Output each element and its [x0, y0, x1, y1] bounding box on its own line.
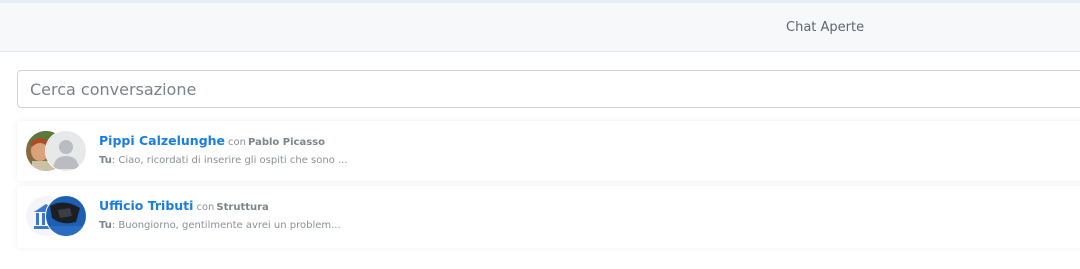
list-item[interactable]: Ufficio Tributi con Struttura Tu: Buongior…	[17, 186, 1080, 248]
list-item[interactable]: Pippi Calzelunghe con Pablo Picasso Tu: Ci…	[17, 121, 1080, 181]
with-label: con	[196, 202, 215, 213]
with-label: con	[228, 137, 247, 148]
chat-text: Pippi Calzelunghe con Pablo Picasso Tu: Ci…	[99, 131, 799, 167]
avatar-group	[25, 195, 87, 237]
chat-list: Pippi Calzelunghe con Pablo Picasso Tu: Ci…	[17, 121, 1080, 253]
last-message: Tu: Ciao, ricordati di inserire gli ospi…	[99, 154, 799, 167]
default-user-icon	[46, 131, 86, 171]
avatar	[45, 195, 87, 237]
chat-name[interactable]: Pippi Calzelunghe	[99, 133, 225, 148]
with-name: Struttura	[216, 202, 269, 213]
avatar	[45, 130, 87, 172]
sender-label: Tu	[99, 220, 112, 231]
page-title: Chat Aperte	[786, 20, 865, 35]
chat-panel: Chat Aperte Cerca conversazione Pippi Ca…	[0, 0, 1080, 269]
chat-title-line: Ufficio Tributi con Struttura	[99, 196, 799, 217]
chat-text: Ufficio Tributi con Struttura Tu: Buongior…	[99, 196, 799, 232]
last-message: Tu: Buongiorno, gentilmente avrei un pro…	[99, 219, 799, 232]
chat-name[interactable]: Ufficio Tributi	[99, 198, 193, 213]
message-preview: : Buongiorno, gentilmente avrei un probl…	[111, 220, 341, 231]
message-preview: : Ciao, ricordati di inserire gli ospiti…	[111, 155, 348, 166]
with-name: Pablo Picasso	[248, 137, 325, 148]
sender-label: Tu	[99, 155, 112, 166]
avatar-group	[25, 130, 87, 172]
chat-title-line: Pippi Calzelunghe con Pablo Picasso	[99, 131, 799, 152]
search-input[interactable]	[17, 70, 1080, 108]
header-bar: Chat Aperte	[0, 3, 1080, 52]
dark-photo-icon	[46, 196, 86, 236]
